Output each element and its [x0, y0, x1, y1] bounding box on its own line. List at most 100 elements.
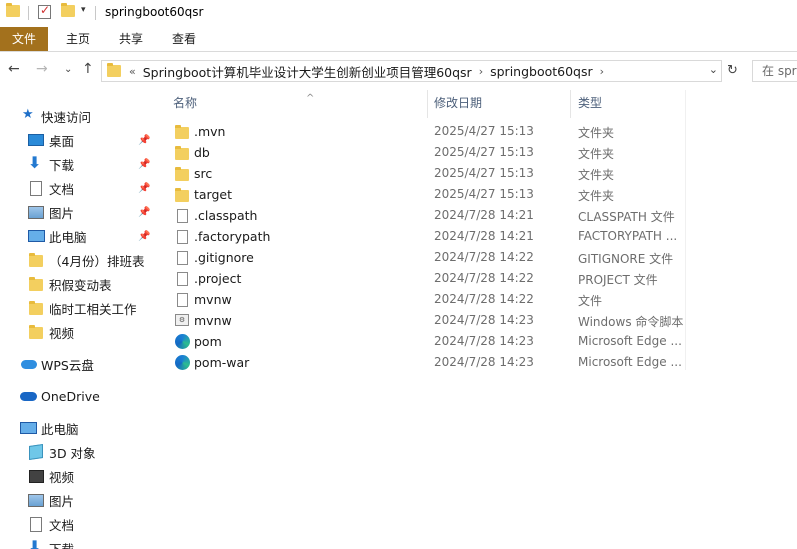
new-folder-icon[interactable]	[61, 3, 75, 17]
3d-objects-icon	[29, 444, 43, 460]
pin-icon[interactable]: 📌	[138, 183, 150, 194]
navigation-bar: ← → ⌄ ↑ « Springboot计算机毕业设计大学生创新创业项目管理60…	[0, 56, 797, 86]
search-input[interactable]: 在 spr	[752, 60, 797, 82]
back-arrow-icon[interactable]: ←	[8, 61, 20, 77]
file-date: 2024/7/28 14:21	[434, 229, 534, 243]
ribbon-tabs: 文件 主页 共享 查看	[0, 27, 797, 52]
sidebar-item-this-pc[interactable]: 此电脑	[0, 417, 155, 439]
forward-arrow-icon[interactable]: →	[36, 61, 48, 77]
tab-home[interactable]: 主页	[54, 27, 102, 51]
chevron-right-icon[interactable]: ›	[479, 65, 483, 78]
column-header-type[interactable]: 类型	[578, 90, 678, 116]
file-row[interactable]: pom-war 2024/7/28 14:23 Microsoft Edge ...	[172, 352, 685, 373]
file-row[interactable]: target 2025/4/27 15:13 文件夹	[172, 184, 685, 205]
sidebar-item-leave-changes[interactable]: 积假变动表	[0, 273, 155, 295]
tab-view[interactable]: 查看	[160, 27, 208, 51]
sidebar-item-downloads[interactable]: ⬇ 下载 📌	[0, 153, 155, 175]
file-row[interactable]: pom 2024/7/28 14:23 Microsoft Edge ...	[172, 331, 685, 352]
file-date: 2025/4/27 15:13	[434, 145, 534, 159]
sidebar-item-this-pc-pinned[interactable]: 此电脑 📌	[0, 225, 155, 247]
file-type: CLASSPATH 文件	[578, 210, 675, 224]
file-name: db	[194, 145, 210, 160]
column-header-name[interactable]: 名称 ^	[173, 90, 423, 116]
file-name: target	[194, 187, 233, 202]
column-header-date[interactable]: 修改日期	[434, 90, 564, 116]
customize-toolbar-icon[interactable]: ▾	[81, 5, 86, 15]
pin-icon[interactable]: 📌	[138, 135, 150, 146]
file-name: mvnw	[194, 313, 232, 328]
sidebar-item-label: 此电脑	[41, 421, 79, 437]
file-row[interactable]: .factorypath 2024/7/28 14:21 FACTORYPATH .…	[172, 226, 685, 247]
sidebar-item-documents-pc[interactable]: 文档	[0, 513, 155, 535]
sidebar-item-videos[interactable]: 视频	[0, 465, 155, 487]
file-type: Windows 命令脚本	[578, 315, 684, 329]
breadcrumb-current[interactable]: springboot60qsr	[490, 64, 593, 79]
sidebar-item-3d-objects[interactable]: 3D 对象	[0, 441, 155, 463]
file-date: 2024/7/28 14:23	[434, 313, 534, 327]
file-row[interactable]: .gitignore 2024/7/28 14:22 GITIGNORE 文件	[172, 247, 685, 268]
file-type: 文件	[578, 294, 603, 308]
sidebar-item-quick-access[interactable]: ★ 快速访问	[0, 105, 155, 127]
sidebar-item-pictures-pc[interactable]: 图片	[0, 489, 155, 511]
toolbar-separator	[95, 6, 96, 20]
sort-ascending-icon: ^	[306, 93, 315, 104]
sidebar-item-label: 此电脑	[49, 229, 87, 245]
file-name: src	[194, 166, 213, 181]
refresh-icon[interactable]: ↻	[724, 60, 741, 82]
document-icon	[30, 181, 42, 196]
sidebar-item-label: 视频	[49, 469, 75, 485]
tab-file[interactable]: 文件	[0, 27, 48, 51]
tab-share[interactable]: 共享	[107, 27, 155, 51]
folder-icon	[175, 146, 189, 160]
folder-icon	[107, 63, 121, 77]
file-row[interactable]: src 2025/4/27 15:13 文件夹	[172, 163, 685, 184]
sidebar-item-desktop[interactable]: 桌面 📌	[0, 129, 155, 151]
file-type: Microsoft Edge ...	[578, 355, 682, 369]
file-row[interactable]: .mvn 2025/4/27 15:13 文件夹	[172, 121, 685, 142]
file-row[interactable]: db 2025/4/27 15:13 文件夹	[172, 142, 685, 163]
file-type: GITIGNORE 文件	[578, 252, 674, 266]
sidebar-item-videos-folder[interactable]: 视频	[0, 321, 155, 343]
folder-icon[interactable]	[6, 3, 20, 17]
column-divider[interactable]	[427, 90, 428, 118]
cloud-icon	[21, 360, 37, 369]
up-arrow-icon[interactable]: ↑	[82, 61, 94, 77]
sidebar-item-schedule[interactable]: （4月份）排班表	[0, 249, 155, 271]
recent-locations-icon[interactable]: ⌄	[64, 64, 72, 75]
sidebar-item-downloads-pc[interactable]: ⬇ 下载	[0, 537, 155, 549]
sidebar-item-temp-work[interactable]: 临时工相关工作	[0, 297, 155, 319]
overflow-chevron[interactable]: «	[129, 65, 136, 78]
navigation-pane: ★ 快速访问 桌面 📌 ⬇ 下载 📌 文档 📌 图片 📌 此电脑 📌 （4月份）…	[0, 96, 155, 549]
file-date: 2024/7/28 14:23	[434, 334, 534, 348]
file-type: 文件夹	[578, 126, 615, 140]
sidebar-item-label: 3D 对象	[49, 445, 96, 461]
desktop-icon	[28, 134, 44, 146]
chevron-down-icon[interactable]: ⌄	[709, 63, 718, 76]
sidebar-item-label: 文档	[49, 181, 75, 197]
address-bar[interactable]: « Springboot计算机毕业设计大学生创新创业项目管理60qsr › sp…	[101, 60, 722, 82]
file-type: Microsoft Edge ...	[578, 334, 682, 348]
folder-icon	[175, 125, 189, 139]
edge-icon	[175, 334, 190, 349]
file-icon	[177, 251, 188, 265]
folder-icon	[29, 325, 43, 339]
breadcrumb-parent[interactable]: Springboot计算机毕业设计大学生创新创业项目管理60qsr	[143, 62, 472, 81]
pin-icon[interactable]: 📌	[138, 231, 150, 242]
sidebar-item-onedrive[interactable]: OneDrive	[0, 385, 155, 407]
sidebar-item-wps-cloud[interactable]: WPS云盘	[0, 353, 155, 375]
file-row[interactable]: ⚙ mvnw 2024/7/28 14:23 Windows 命令脚本	[172, 310, 685, 331]
sidebar-item-pictures[interactable]: 图片 📌	[0, 201, 155, 223]
file-row[interactable]: .project 2024/7/28 14:22 PROJECT 文件	[172, 268, 685, 289]
file-date: 2025/4/27 15:13	[434, 166, 534, 180]
pin-icon[interactable]: 📌	[138, 159, 150, 170]
properties-icon[interactable]	[38, 3, 51, 19]
column-divider[interactable]	[570, 90, 571, 118]
file-row[interactable]: mvnw 2024/7/28 14:22 文件	[172, 289, 685, 310]
video-icon	[29, 470, 44, 483]
pin-icon[interactable]: 📌	[138, 207, 150, 218]
download-icon: ⬇	[28, 537, 42, 549]
file-date: 2024/7/28 14:22	[434, 271, 534, 285]
chevron-right-icon[interactable]: ›	[600, 65, 604, 78]
sidebar-item-documents[interactable]: 文档 📌	[0, 177, 155, 199]
file-row[interactable]: .classpath 2024/7/28 14:21 CLASSPATH 文件	[172, 205, 685, 226]
